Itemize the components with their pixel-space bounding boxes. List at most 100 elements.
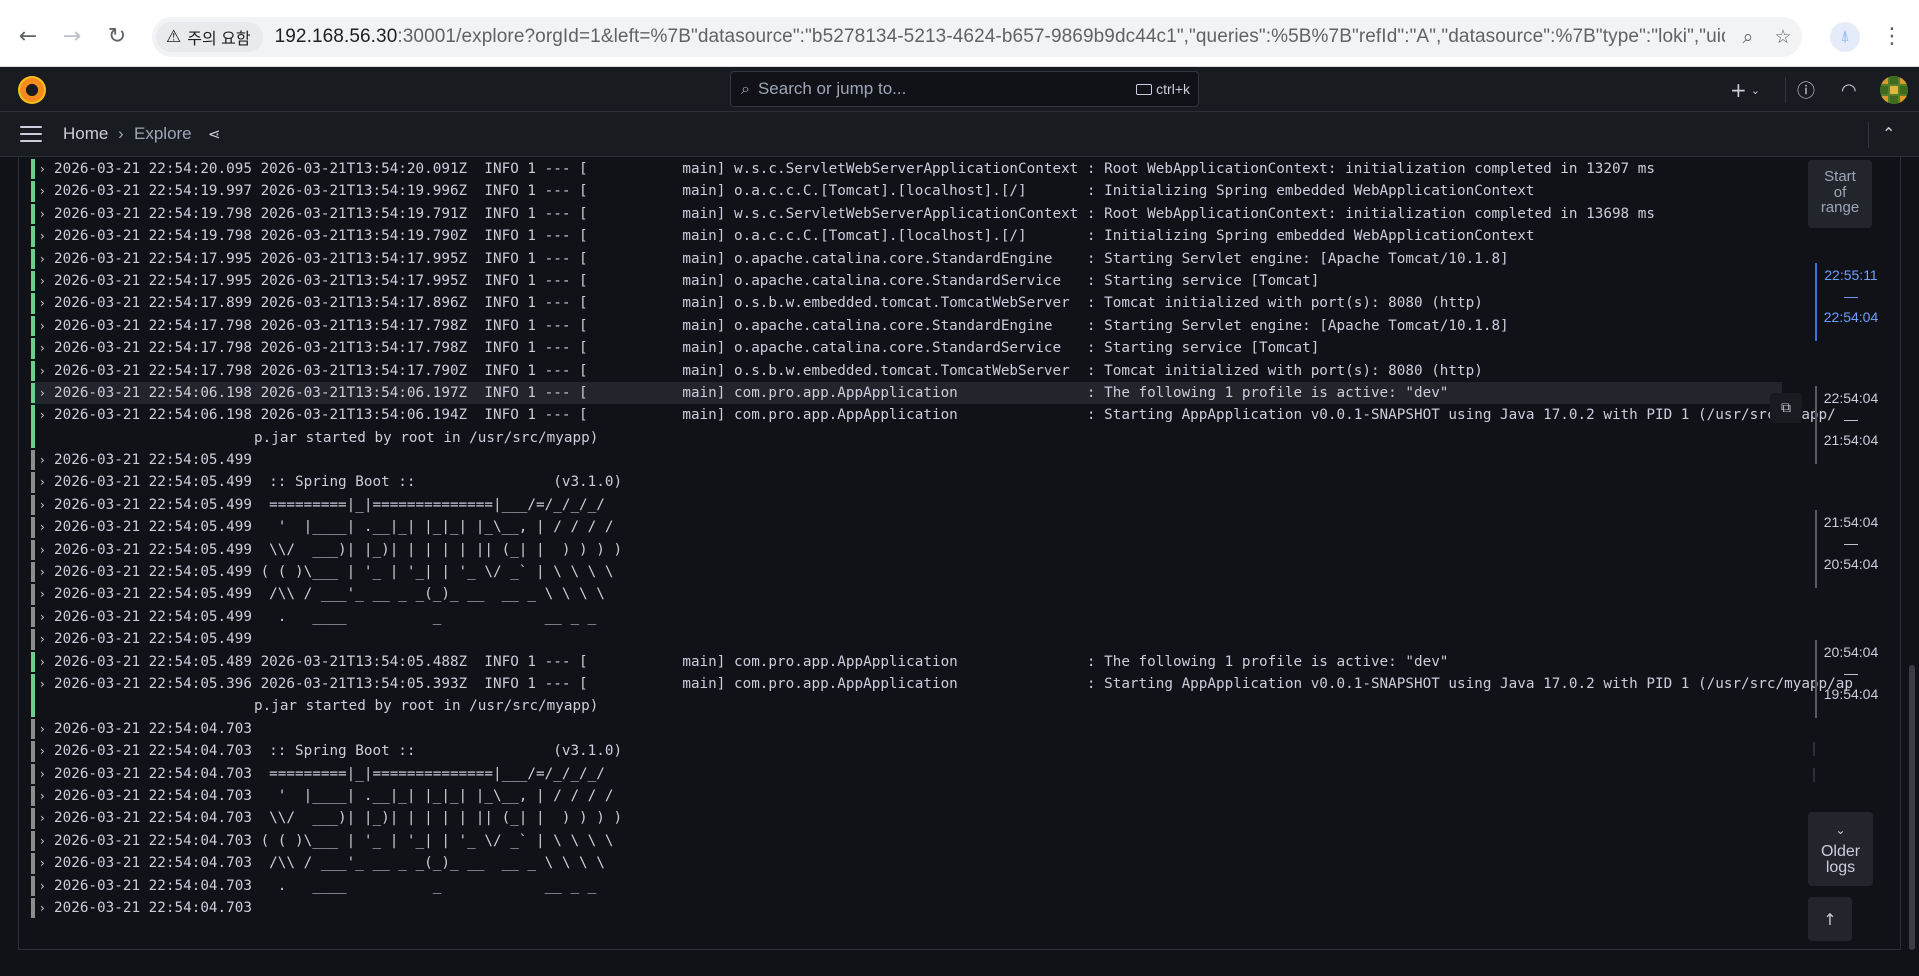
- log-row[interactable]: › 2026-03-21 22:54:05.499 =========|_|===…: [31, 494, 1782, 516]
- zoom-search-icon[interactable]: ⌕: [1734, 23, 1762, 51]
- chevron-right-icon[interactable]: ›: [40, 471, 45, 493]
- log-row[interactable]: › 2026-03-21 22:54:06.198 2026-03-21T13:5…: [31, 404, 1836, 449]
- chevron-right-icon[interactable]: ›: [40, 852, 45, 874]
- back-icon[interactable]: ←: [12, 20, 44, 52]
- log-row[interactable]: › 2026-03-21 22:54:04.703 ' |____| .__|_|…: [31, 785, 1782, 807]
- news-rss-icon[interactable]: ◠: [1841, 78, 1857, 102]
- log-row[interactable]: › 2026-03-21 22:54:17.995 2026-03-21T13:5…: [31, 248, 1782, 270]
- chevron-right-icon[interactable]: ›: [40, 785, 45, 807]
- log-row[interactable]: › 2026-03-21 22:54:05.489 2026-03-21T13:5…: [31, 651, 1782, 673]
- chevron-right-icon[interactable]: ›: [40, 807, 45, 829]
- log-range-3[interactable]: 20:54:04 — 19:54:04: [1815, 640, 1885, 718]
- url-text[interactable]: 192.168.56.30:30001/explore?orgId=1&left…: [275, 26, 1725, 48]
- chevron-right-icon[interactable]: ›: [40, 516, 45, 538]
- log-row[interactable]: › 2026-03-21 22:54:05.499 ( ( )\___ | '_ …: [31, 561, 1782, 583]
- log-row[interactable]: › 2026-03-21 22:54:17.899 2026-03-21T13:5…: [31, 292, 1782, 314]
- log-row[interactable]: › 2026-03-21 22:54:19.997 2026-03-21T13:5…: [31, 180, 1782, 202]
- chevron-right-icon[interactable]: ›: [40, 292, 45, 314]
- log-row[interactable]: › 2026-03-21 22:54:05.499 :: Spring Boot …: [31, 471, 1782, 493]
- log-row[interactable]: › 2026-03-21 22:54:04.703 /\\ / ___'_ __ …: [31, 852, 1782, 874]
- search-input[interactable]: ⌕ Search or jump to... ctrl+k: [730, 71, 1199, 107]
- chevron-right-icon[interactable]: ›: [40, 897, 45, 919]
- log-range-1[interactable]: 22:54:04 — 21:54:04: [1815, 386, 1885, 464]
- log-row[interactable]: › 2026-03-21 22:54:04.703 ( ( )\___ | '_ …: [31, 830, 1782, 852]
- chevron-right-icon[interactable]: ›: [40, 494, 45, 516]
- log-row[interactable]: › 2026-03-21 22:54:20.095 2026-03-21T13:5…: [31, 158, 1782, 180]
- chevron-right-icon[interactable]: ›: [40, 382, 45, 404]
- log-row[interactable]: › 2026-03-21 22:54:05.499: [31, 628, 1782, 650]
- log-level-marker: [31, 382, 35, 404]
- log-row[interactable]: › 2026-03-21 22:54:04.703: [31, 718, 1782, 740]
- browser-profile-icon[interactable]: ⍋: [1830, 22, 1860, 52]
- plus-icon: +: [1730, 78, 1747, 102]
- address-bar[interactable]: ⚠ 주의 요함 192.168.56.30:30001/explore?orgI…: [152, 17, 1802, 57]
- help-icon[interactable]: ⓘ: [1797, 78, 1815, 102]
- menu-icon[interactable]: [20, 126, 42, 142]
- log-level-marker: [31, 763, 35, 784]
- chevron-right-icon[interactable]: ›: [40, 830, 45, 852]
- log-row[interactable]: › 2026-03-21 22:54:04.703 :: Spring Boot …: [31, 740, 1782, 762]
- scroll-to-top-button[interactable]: ↑: [1808, 897, 1852, 941]
- search-icon: ⌕: [741, 79, 750, 98]
- log-row[interactable]: › 2026-03-21 22:54:05.499 /\\ / ___'_ __ …: [31, 583, 1782, 605]
- forward-icon[interactable]: →: [56, 20, 88, 52]
- share-icon[interactable]: ⋖: [208, 125, 221, 143]
- chevron-right-icon[interactable]: ›: [40, 651, 45, 673]
- log-line-text: 2026-03-21 22:54:05.489 2026-03-21T13:54…: [54, 653, 1449, 670]
- log-row[interactable]: › 2026-03-21 22:54:05.499 ' |____| .__|_|…: [31, 516, 1782, 538]
- grafana-logo-icon[interactable]: [18, 76, 46, 104]
- log-row[interactable]: › 2026-03-21 22:54:05.499 \\/ ___)| |_)| …: [31, 539, 1782, 561]
- chevron-up-icon[interactable]: ⌃: [1882, 124, 1895, 143]
- chevron-right-icon[interactable]: ›: [40, 718, 45, 740]
- scrollbar[interactable]: [1909, 665, 1915, 950]
- log-row[interactable]: › 2026-03-21 22:54:19.798 2026-03-21T13:5…: [31, 225, 1782, 247]
- log-row[interactable]: › 2026-03-21 22:54:04.703: [31, 897, 1782, 919]
- copy-icon[interactable]: ⧉: [1770, 393, 1802, 423]
- reload-icon[interactable]: ↻: [101, 20, 133, 52]
- chevron-right-icon[interactable]: ›: [40, 404, 45, 426]
- bookmark-star-icon[interactable]: ☆: [1769, 23, 1797, 51]
- log-range-2[interactable]: 21:54:04 — 20:54:04: [1815, 510, 1885, 588]
- older-logs-button[interactable]: ⌄ Older logs: [1808, 812, 1873, 886]
- chevron-right-icon[interactable]: ›: [40, 180, 45, 202]
- chevron-right-icon[interactable]: ›: [40, 561, 45, 583]
- log-row[interactable]: › 2026-03-21 22:54:06.198 2026-03-21T13:5…: [31, 381, 1782, 405]
- log-range-0[interactable]: 22:55:11 — 22:54:04: [1815, 263, 1885, 341]
- log-row[interactable]: › 2026-03-21 22:54:05.396 2026-03-21T13:5…: [31, 673, 1853, 718]
- chevron-right-icon[interactable]: ›: [40, 740, 45, 762]
- chevron-right-icon[interactable]: ›: [40, 360, 45, 382]
- log-level-marker: [31, 539, 35, 561]
- avatar[interactable]: [1880, 76, 1908, 104]
- log-row[interactable]: › 2026-03-21 22:54:05.499 . ____ _ __ _ _: [31, 606, 1782, 628]
- chevron-right-icon[interactable]: ›: [40, 337, 45, 359]
- log-row[interactable]: › 2026-03-21 22:54:04.703 . ____ _ __ _ _: [31, 875, 1782, 897]
- log-row[interactable]: › 2026-03-21 22:54:17.798 2026-03-21T13:5…: [31, 315, 1782, 337]
- chevron-right-icon[interactable]: ›: [40, 158, 45, 180]
- chevron-right-icon[interactable]: ›: [40, 628, 45, 650]
- breadcrumb-home[interactable]: Home: [63, 124, 108, 144]
- chevron-down-icon: ⌄: [1750, 83, 1760, 97]
- log-row[interactable]: › 2026-03-21 22:54:19.798 2026-03-21T13:5…: [31, 203, 1782, 225]
- chevron-right-icon[interactable]: ›: [40, 539, 45, 561]
- chevron-right-icon[interactable]: ›: [40, 606, 45, 628]
- chevron-right-icon[interactable]: ›: [40, 875, 45, 897]
- chevron-right-icon[interactable]: ›: [40, 225, 45, 247]
- chevron-right-icon[interactable]: ›: [40, 270, 45, 292]
- log-row[interactable]: › 2026-03-21 22:54:05.499: [31, 449, 1782, 471]
- log-line-text: 2026-03-21 22:54:17.995 2026-03-21T13:54…: [54, 272, 1320, 289]
- new-menu-button[interactable]: + ⌄: [1730, 78, 1760, 102]
- chevron-right-icon[interactable]: ›: [40, 203, 45, 225]
- chevron-right-icon[interactable]: ›: [40, 449, 45, 471]
- security-indicator[interactable]: ⚠ 주의 요함: [156, 22, 263, 52]
- browser-menu-icon[interactable]: ⋮: [1876, 20, 1908, 52]
- log-row[interactable]: › 2026-03-21 22:54:04.703 \\/ ___)| |_)| …: [31, 807, 1782, 829]
- chevron-right-icon[interactable]: ›: [40, 673, 45, 695]
- chevron-right-icon[interactable]: ›: [40, 763, 45, 785]
- log-row[interactable]: › 2026-03-21 22:54:04.703 =========|_|===…: [31, 763, 1782, 785]
- log-row[interactable]: › 2026-03-21 22:54:17.798 2026-03-21T13:5…: [31, 360, 1782, 382]
- chevron-right-icon[interactable]: ›: [40, 315, 45, 337]
- log-row[interactable]: › 2026-03-21 22:54:17.798 2026-03-21T13:5…: [31, 337, 1782, 359]
- chevron-right-icon[interactable]: ›: [40, 583, 45, 605]
- chevron-right-icon[interactable]: ›: [40, 248, 45, 270]
- log-row[interactable]: › 2026-03-21 22:54:17.995 2026-03-21T13:5…: [31, 270, 1782, 292]
